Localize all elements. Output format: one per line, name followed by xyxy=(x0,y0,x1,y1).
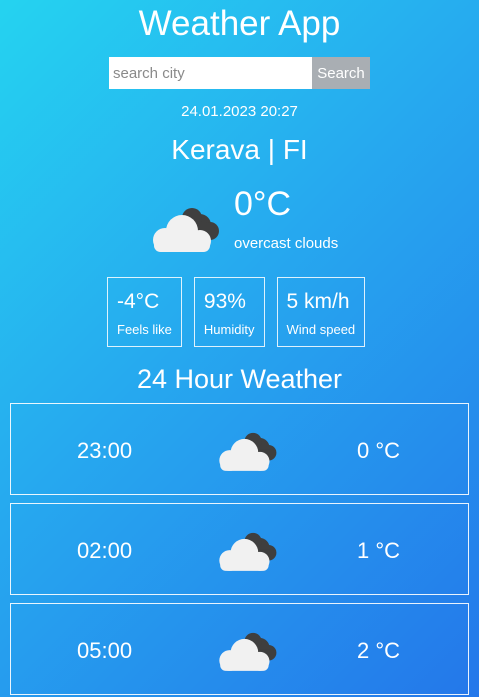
feels-like-card: -4°C Feels like xyxy=(107,277,182,347)
app-title: Weather App xyxy=(138,4,341,43)
forecast-time: 05:00 xyxy=(77,638,133,663)
forecast-temperature: 1 °C xyxy=(357,538,401,563)
forecast-row: 05:00 2 °C xyxy=(10,603,469,695)
search-button[interactable]: Search xyxy=(312,57,370,89)
overcast-clouds-icon xyxy=(153,208,219,252)
overcast-clouds-icon xyxy=(219,532,277,571)
forecast-row: 23:00 0 °C xyxy=(10,403,469,495)
feels-like-label: Feels like xyxy=(117,322,172,337)
forecast-time: 02:00 xyxy=(77,538,133,563)
overcast-clouds-icon xyxy=(219,432,277,471)
forecast-temperature: 0 °C xyxy=(357,438,401,463)
current-datetime: 24.01.2023 20:27 xyxy=(181,103,298,120)
forecast-title: 24 Hour Weather xyxy=(136,364,343,394)
wind-speed-card: 5 km/h Wind speed xyxy=(276,277,366,347)
current-weather: 0°C overcast clouds xyxy=(148,185,408,265)
current-temperature: 0°C xyxy=(234,185,292,223)
wind-speed-value: 5 km/h xyxy=(286,290,350,313)
humidity-value: 93% xyxy=(203,290,246,313)
forecast-temperature: 2 °C xyxy=(357,638,401,663)
weather-app: Weather App Search 24.01.2023 20:27 Kera… xyxy=(0,0,479,697)
forecast-row: 02:00 1 °C xyxy=(10,503,469,595)
humidity-label: Humidity xyxy=(203,322,255,337)
location-label: Kerava | FI xyxy=(171,134,308,165)
weather-stats: -4°C Feels like 93% Humidity 5 km/h Wind… xyxy=(107,277,366,347)
feels-like-value: -4°C xyxy=(117,290,160,313)
wind-speed-label: Wind speed xyxy=(286,322,356,337)
search-bar: Search xyxy=(109,57,370,89)
humidity-card: 93% Humidity xyxy=(193,277,265,347)
weather-description: overcast clouds xyxy=(234,235,339,252)
forecast-list: 23:00 0 °C 02:00 1 °C 05:00 2 °C xyxy=(10,403,469,697)
forecast-time: 23:00 xyxy=(77,438,133,463)
overcast-clouds-icon xyxy=(219,632,277,671)
search-input[interactable] xyxy=(109,57,312,89)
